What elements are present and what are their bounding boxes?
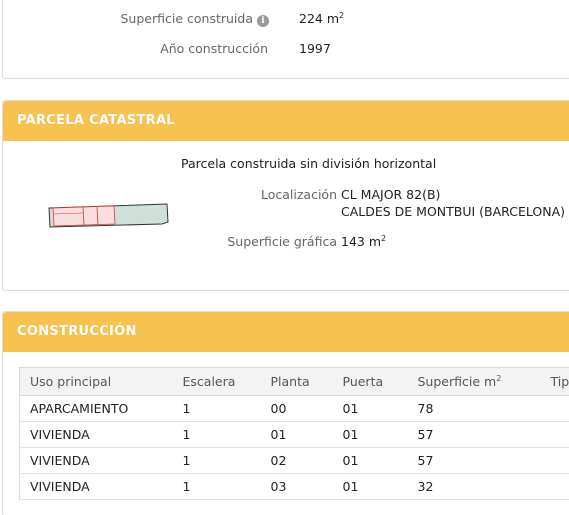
parcel-map-thumbnail[interactable] [46, 202, 172, 230]
superficie-construida-value: 224 m2 [299, 11, 345, 26]
cell-tipo [540, 473, 569, 500]
parcela-catastral-panel: PARCELA CATASTRAL Parcela construida sin… [2, 100, 569, 291]
cell-superficie: 78 [407, 395, 541, 422]
table-row: APARCAMIENTO 1 00 01 78 [19, 395, 569, 422]
superficie-grafica-value: 143 m2 [341, 234, 387, 249]
cell-puerta: 01 [332, 395, 408, 422]
superficie-construida-label: Superficie construida i [121, 11, 269, 27]
col-uso-principal[interactable]: Uso principal [19, 367, 173, 396]
cell-uso: APARCAMIENTO [19, 395, 173, 422]
anio-construccion-value: 1997 [299, 41, 331, 56]
parcela-catastral-header: PARCELA CATASTRAL [3, 101, 569, 141]
cell-tipo [540, 447, 569, 474]
datos-inmueble-panel: Superficie construida i 224 m2 Año constr… [2, 0, 569, 79]
cell-tipo [540, 421, 569, 448]
construccion-panel: CONSTRUCCIÓN Uso principal Escalera Plan… [2, 311, 569, 515]
info-icon[interactable]: i [257, 15, 269, 27]
col-planta[interactable]: Planta [260, 367, 333, 396]
construccion-table: Uso principal Escalera Planta Puerta Sup… [19, 367, 569, 500]
table-row: VIVIENDA 1 03 01 32 [19, 473, 569, 500]
col-superficie[interactable]: Superficie m2 [407, 367, 541, 396]
cell-escalera: 1 [172, 447, 261, 474]
table-row: VIVIENDA 1 02 01 57 [19, 447, 569, 474]
cell-planta: 01 [260, 421, 333, 448]
parcela-title: Parcela construida sin división horizont… [181, 156, 437, 171]
cell-puerta: 01 [332, 473, 408, 500]
cell-superficie: 57 [407, 421, 541, 448]
cell-superficie: 32 [407, 473, 541, 500]
cell-planta: 02 [260, 447, 333, 474]
col-tipo[interactable]: Tipo [540, 367, 569, 396]
cell-uso: VIVIENDA [19, 447, 173, 474]
cell-escalera: 1 [172, 473, 261, 500]
anio-construccion-label: Año construcción [160, 41, 268, 56]
cell-escalera: 1 [172, 421, 261, 448]
cell-uso: VIVIENDA [19, 473, 173, 500]
cell-tipo [540, 395, 569, 422]
cell-superficie: 57 [407, 447, 541, 474]
cell-planta: 00 [260, 395, 333, 422]
col-puerta[interactable]: Puerta [332, 367, 408, 396]
localizacion-label: Localización [260, 187, 337, 202]
cell-puerta: 01 [332, 447, 408, 474]
table-header-row: Uso principal Escalera Planta Puerta Sup… [19, 367, 569, 396]
table-row: VIVIENDA 1 01 01 57 [19, 421, 569, 448]
cell-puerta: 01 [332, 421, 408, 448]
localizacion-line2: CALDES DE MONTBUI (BARCELONA) [341, 204, 565, 219]
col-escalera[interactable]: Escalera [172, 367, 261, 396]
cell-uso: VIVIENDA [19, 421, 173, 448]
superficie-grafica-label: Superficie gráfica [227, 234, 337, 249]
construccion-header: CONSTRUCCIÓN [3, 312, 569, 352]
localizacion-line1: CL MAJOR 82(B) [341, 187, 441, 202]
cell-escalera: 1 [172, 395, 261, 422]
cell-planta: 03 [260, 473, 333, 500]
